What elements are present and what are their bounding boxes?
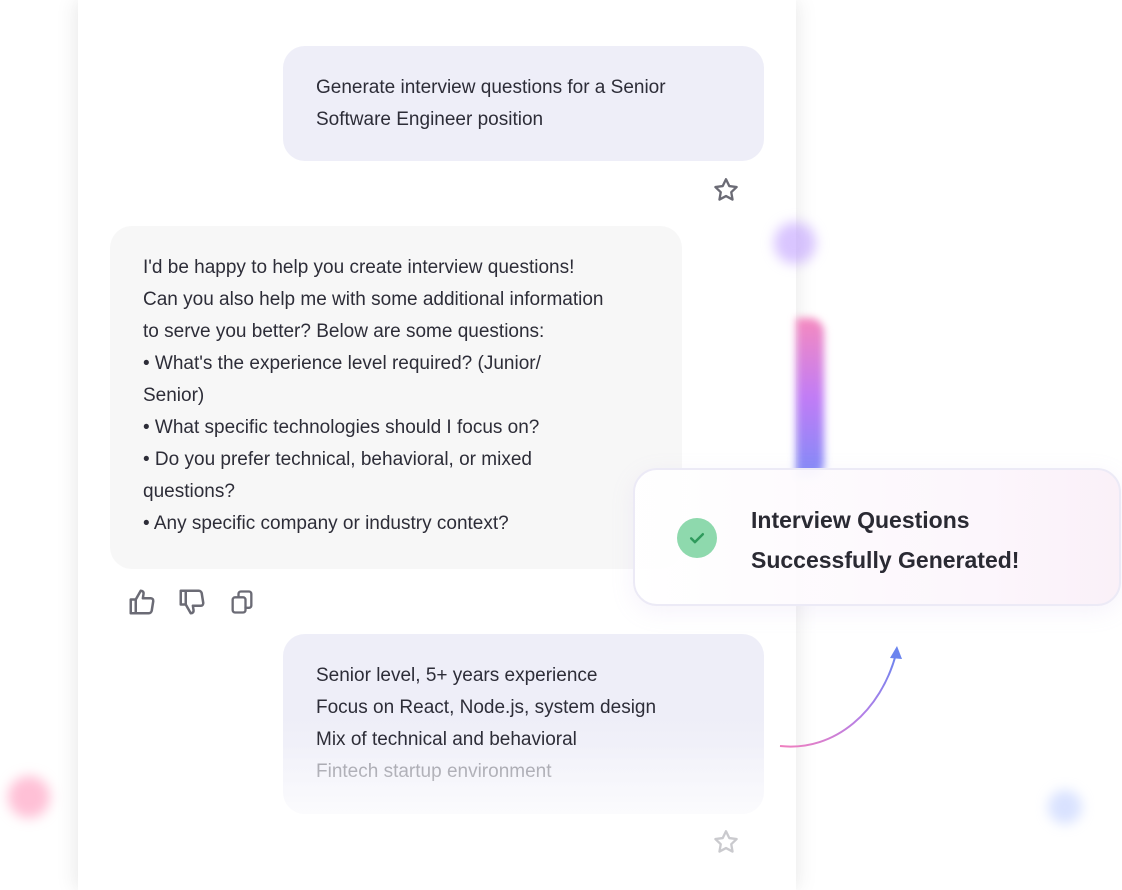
assistant-message-bubble: I'd be happy to help you create intervie… [110, 226, 682, 569]
toast-message: Interview Questions Successfully Generat… [751, 500, 1019, 580]
message-text: Can you also help me with some additiona… [143, 289, 604, 310]
decorative-gradient-bar [796, 318, 824, 478]
message-text: Mix of technical and behavioral [316, 729, 577, 750]
check-icon [677, 518, 717, 558]
decorative-blob [774, 222, 816, 264]
user-message-bubble: Generate interview questions for a Senio… [283, 46, 764, 161]
copy-icon[interactable] [226, 586, 258, 618]
bullet-item: • Do you prefer technical, behavioral, o… [143, 449, 532, 502]
user-message-bubble: Senior level, 5+ years experience Focus … [283, 634, 764, 814]
success-toast: Interview Questions Successfully Generat… [633, 468, 1121, 606]
bullet-item: • What's the experience level required? … [143, 353, 541, 406]
toast-title: Interview Questions [751, 507, 970, 533]
star-icon[interactable] [710, 174, 742, 206]
message-text: Senior level, 5+ years experience [316, 665, 598, 686]
chat-panel: Generate interview questions for a Senio… [78, 0, 796, 890]
message-text: to serve you better? Below are some ques… [143, 321, 545, 342]
message-text: Software Engineer position [316, 109, 544, 130]
thumbs-down-icon[interactable] [176, 586, 208, 618]
bullet-item: • What specific technologies should I fo… [143, 417, 540, 438]
message-text: I'd be happy to help you create intervie… [143, 257, 575, 278]
thumbs-up-icon[interactable] [126, 586, 158, 618]
curved-arrow-icon [779, 646, 902, 748]
message-text: Generate interview questions for a Senio… [316, 77, 666, 98]
bullet-item: • Any specific company or industry conte… [143, 513, 509, 534]
decorative-blob [1048, 790, 1082, 824]
message-text: Focus on React, Node.js, system design [316, 697, 657, 718]
message-text: Fintech startup environment [316, 761, 552, 782]
decorative-blob [8, 776, 50, 818]
star-icon[interactable] [710, 826, 742, 858]
toast-subtitle: Successfully Generated! [751, 547, 1020, 573]
